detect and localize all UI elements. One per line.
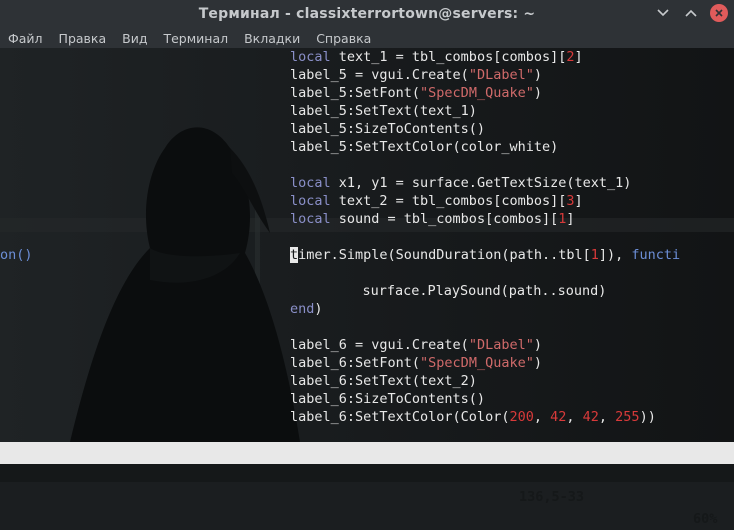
close-button[interactable] <box>710 4 728 22</box>
code-line: label_5:SetTextColor(color_white) <box>290 139 559 155</box>
code-line-current: timer.Simple(SoundDuration(path..tbl[1])… <box>290 247 681 263</box>
code-line: end) <box>290 301 323 317</box>
status-scroll-percent: 60% <box>693 511 718 527</box>
code-line: label_6:SetFont("SpecDM_Quake") <box>290 355 542 371</box>
minimize-button[interactable] <box>654 4 672 22</box>
menu-tabs[interactable]: Вкладки <box>236 31 308 46</box>
maximize-button[interactable] <box>682 4 700 22</box>
code-line: local x1, y1 = surface.GetTextSize(text_… <box>290 175 632 191</box>
code-line: local text_2 = tbl_combos[combos][3] <box>290 193 583 209</box>
code-line: label_5:SetFont("SpecDM_Quake") <box>290 85 542 101</box>
command-line[interactable] <box>0 464 734 482</box>
code-line: label_6 = vgui.Create("DLabel") <box>290 337 542 353</box>
window-controls <box>654 4 728 22</box>
menu-edit[interactable]: Правка <box>51 31 115 46</box>
menu-terminal[interactable]: Терминал <box>155 31 236 46</box>
code-line: label_5 = vgui.Create("DLabel") <box>290 67 542 83</box>
window-title: Терминал - classixterrortown@servers: ~ <box>198 6 536 22</box>
code-line: surface.PlaySound(path..sound) <box>330 283 607 299</box>
menu-file[interactable]: Файл <box>0 31 51 46</box>
status-cursor-position: 136,5-33 <box>519 489 585 505</box>
menubar: Файл Правка Вид Терминал Вкладки Справка <box>0 28 734 48</box>
code-line: label_5:SetText(text_1) <box>290 103 477 119</box>
code-line: label_6:SizeToContents() <box>290 391 486 407</box>
code-line: local sound = tbl_combos[combos][1] <box>290 211 575 227</box>
chevron-up-icon <box>685 9 697 17</box>
menu-view[interactable]: Вид <box>114 31 155 46</box>
code-line: label_6:SetText(text_2) <box>290 373 477 389</box>
code-line: label_5:SizeToContents() <box>290 121 486 137</box>
terminal-area[interactable]: local text_1 = tbl_combos[combos][2] lab… <box>0 48 734 442</box>
code-line-fragment: on() <box>0 247 33 263</box>
menu-help[interactable]: Справка <box>308 31 379 46</box>
code-view: local text_1 = tbl_combos[combos][2] lab… <box>0 48 734 425</box>
close-icon <box>715 9 723 17</box>
vim-statusline: <rverfiles/garrysmod/addons/deathmatch/l… <box>0 442 734 527</box>
window-titlebar[interactable]: Терминал - classixterrortown@servers: ~ <box>0 0 734 28</box>
chevron-down-icon <box>657 9 669 17</box>
code-line: label_6:SetTextColor(Color(200, 42, 42, … <box>290 409 656 425</box>
code-line: local text_1 = tbl_combos[combos][2] <box>290 49 583 65</box>
text-cursor: t <box>290 247 299 263</box>
